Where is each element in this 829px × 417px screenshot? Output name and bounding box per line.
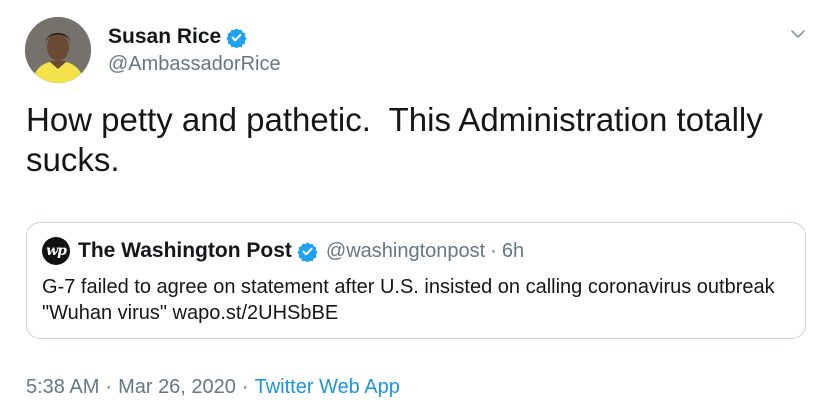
- author-handle[interactable]: @AmbassadorRice: [108, 52, 281, 76]
- tweet-meta: 5:38 AM · Mar 26, 2020 · Twitter Web App: [26, 374, 400, 400]
- quoted-tweet-time: 6h: [501, 239, 525, 262]
- quoted-tweet-header: wp The Washington Post @washingtonpost ·…: [42, 237, 524, 265]
- quoted-author-name: The Washington Post: [78, 239, 292, 262]
- quoted-tweet-text: G-7 failed to agree on statement after U…: [42, 276, 775, 324]
- tweet-text: How petty and pathetic. This Administrat…: [26, 101, 772, 178]
- separator-dot: ·: [490, 239, 497, 262]
- tweet-time[interactable]: 5:38 AM: [26, 376, 99, 398]
- quoted-tweet-card[interactable]: wp The Washington Post @washingtonpost ·…: [26, 222, 806, 339]
- washington-post-logo-icon: wp: [42, 237, 70, 265]
- separator-dot: ·: [241, 376, 249, 398]
- chevron-down-icon[interactable]: [789, 25, 807, 43]
- separator-dot: ·: [105, 376, 113, 398]
- avatar[interactable]: [25, 17, 91, 83]
- tweet-date[interactable]: Mar 26, 2020: [118, 376, 236, 398]
- author-name-row[interactable]: Susan Rice: [108, 24, 247, 50]
- quoted-author-handle: @washingtonpost: [325, 239, 486, 262]
- tweet[interactable]: Susan Rice @AmbassadorRice How petty and…: [0, 0, 829, 417]
- verified-badge-icon: [297, 241, 318, 262]
- verified-badge-icon: [226, 27, 247, 48]
- tweet-source-link[interactable]: Twitter Web App: [255, 376, 400, 398]
- author-name[interactable]: Susan Rice: [108, 24, 221, 50]
